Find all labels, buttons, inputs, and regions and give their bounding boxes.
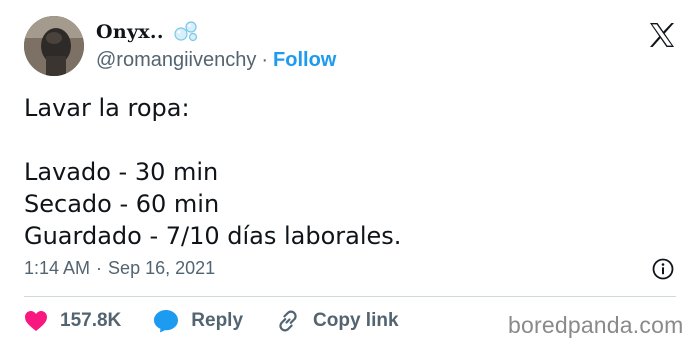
link-icon <box>279 310 297 332</box>
x-logo-icon[interactable] <box>648 22 676 48</box>
display-name[interactable]: Onyx.. <box>96 21 164 43</box>
reply-button[interactable]: Reply <box>153 309 243 333</box>
tweet-timestamp[interactable]: 1:14 AM · Sep 16, 2021 <box>24 258 215 279</box>
bubbles-icon <box>174 21 197 42</box>
reply-bubble-icon <box>154 310 179 333</box>
handle-separator: · <box>261 49 269 71</box>
tweet-line: Lavar la ropa: <box>24 94 190 122</box>
copy-link-label: Copy link <box>313 310 399 331</box>
tweet-text: Lavar la ropa: Lavado - 30 min Secado - … <box>24 92 401 252</box>
reply-label: Reply <box>191 310 244 331</box>
watermark: boredpanda.com <box>508 312 684 338</box>
divider <box>24 296 676 297</box>
tweet-date: Sep 16, 2021 <box>108 258 216 278</box>
tweet-line: Secado - 60 min <box>24 190 220 218</box>
info-icon[interactable] <box>652 258 674 280</box>
tweet-line: Guardado - 7/10 días laborales. <box>24 222 402 250</box>
tweet-line: Lavado - 30 min <box>24 158 219 186</box>
like-count: 157.8K <box>60 310 122 331</box>
tweet-line <box>24 124 401 156</box>
timestamp-separator: · <box>96 258 103 278</box>
avatar[interactable] <box>24 16 84 76</box>
user-handle[interactable]: @romangiivenchy <box>96 49 256 72</box>
follow-button[interactable]: Follow <box>273 49 336 72</box>
like-button[interactable]: 157.8K <box>24 310 121 332</box>
tweet-time: 1:14 AM <box>24 258 91 278</box>
copy-link-button[interactable]: Copy link <box>275 308 399 334</box>
heart-icon <box>25 311 47 331</box>
